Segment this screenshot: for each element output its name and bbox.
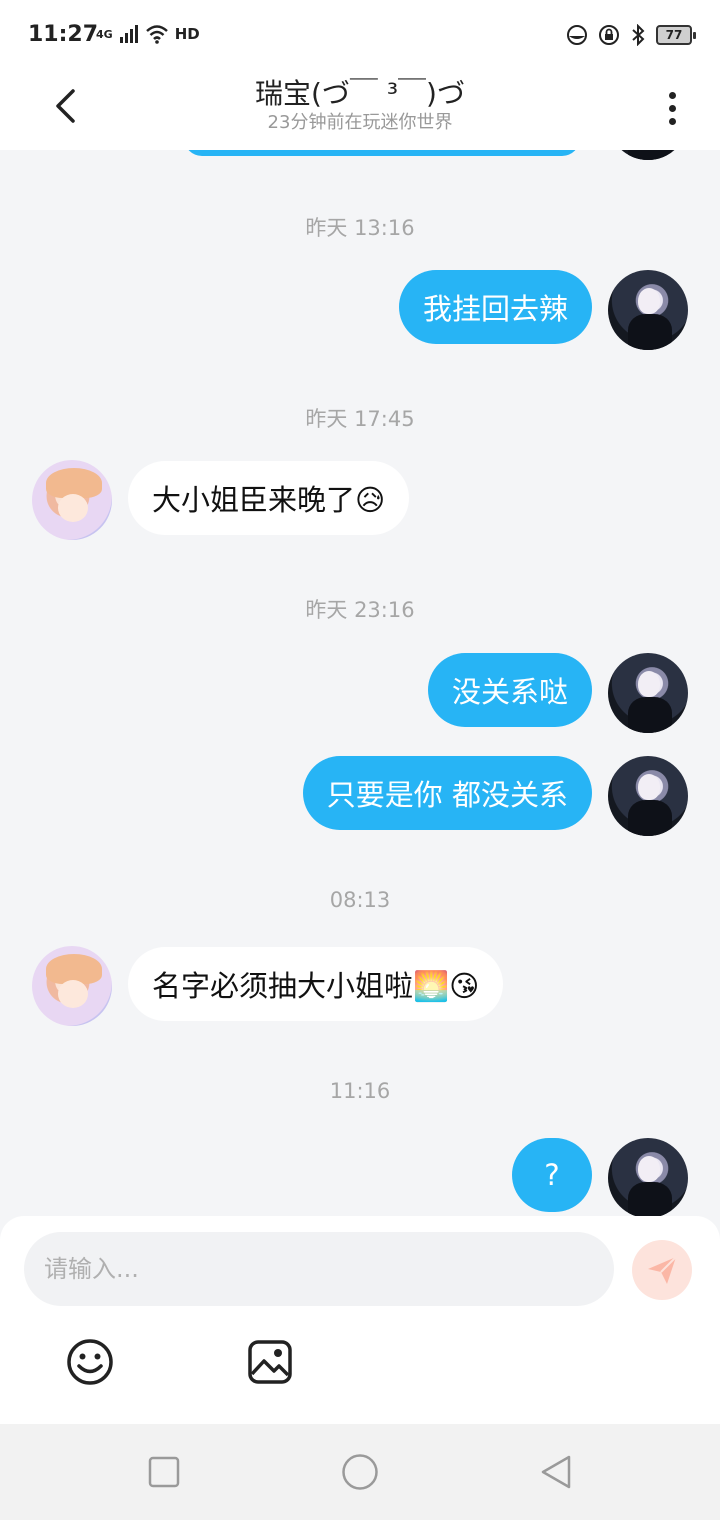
signal-icon — [119, 25, 138, 43]
chat-header: 瑞宝(づ￣ ³￣)づ 23分钟前在玩迷你世界 — [0, 72, 720, 150]
status-icons-right: 77 — [566, 24, 696, 46]
contact-name: 瑞宝(づ￣ ³￣)づ — [255, 77, 465, 110]
battery-icon: 77 — [656, 25, 696, 45]
square-icon — [148, 1456, 180, 1488]
message-timestamp: 昨天 23:16 — [305, 598, 415, 622]
emoji-button[interactable] — [64, 1336, 116, 1388]
system-navigation-bar — [0, 1424, 720, 1520]
status-time: 11:27 — [28, 22, 99, 47]
message-bubble-outgoing[interactable]: 没关系哒 — [427, 653, 592, 727]
message-bubble-outgoing[interactable]: ? — [512, 1138, 592, 1212]
image-picture-icon — [248, 1340, 292, 1384]
avatar-self[interactable] — [608, 756, 688, 836]
message-bubble-incoming[interactable]: 名字必须抽大小姐啦🌅😘 — [128, 947, 504, 1021]
bluetooth-icon — [632, 24, 645, 46]
circle-icon — [342, 1454, 378, 1490]
contact-status: 23分钟前在玩迷你世界 — [267, 112, 453, 133]
message-input[interactable] — [24, 1232, 614, 1306]
more-options-button[interactable] — [652, 80, 692, 136]
image-button[interactable] — [244, 1336, 296, 1388]
recent-apps-button[interactable] — [144, 1452, 184, 1492]
home-button[interactable] — [340, 1452, 380, 1492]
message-timestamp: 昨天 17:45 — [305, 407, 415, 431]
status-bar: 11:27 4G HD 77 — [0, 0, 720, 72]
network-type: 4G — [96, 27, 113, 41]
avatar-self[interactable] — [608, 1138, 688, 1216]
message-bubble-outgoing[interactable]: 我挂回去辣 — [398, 270, 592, 344]
message-timestamp: 11:16 — [329, 1079, 391, 1103]
message-bubble-outgoing[interactable]: 只要是你 都没关系 — [302, 756, 592, 830]
avatar-contact[interactable] — [32, 460, 112, 540]
send-button[interactable] — [632, 1240, 692, 1300]
message-bubble-incoming[interactable]: 大小姐臣来晚了😥 — [128, 461, 410, 535]
message-timestamp: 08:13 — [329, 888, 391, 912]
more-vertical-icon — [668, 91, 676, 99]
avatar-self[interactable] — [608, 270, 688, 350]
avatar-contact[interactable] — [32, 946, 112, 1026]
rotation-lock-icon — [599, 25, 619, 45]
wifi-icon — [145, 25, 168, 44]
triangle-back-icon — [541, 1455, 571, 1489]
message-bubble-outgoing-partial[interactable] — [184, 150, 580, 156]
message-timestamp: 昨天 13:16 — [305, 216, 415, 240]
avatar-self[interactable] — [608, 150, 688, 160]
hd-indicator: HD — [174, 25, 200, 43]
composer-panel — [0, 1216, 720, 1424]
status-icons-left: 4G HD — [96, 24, 200, 44]
back-nav-button[interactable] — [536, 1452, 576, 1492]
message-list[interactable]: 昨天 13:16 我挂回去辣 昨天 17:45 大小姐臣来晚了😥 昨天 23:1… — [0, 150, 720, 1216]
eye-comfort-icon — [567, 25, 587, 45]
battery-level: 77 — [665, 28, 683, 42]
avatar-self[interactable] — [608, 653, 688, 733]
emoji-smile-icon — [67, 1339, 113, 1385]
send-plane-icon — [648, 1256, 677, 1284]
